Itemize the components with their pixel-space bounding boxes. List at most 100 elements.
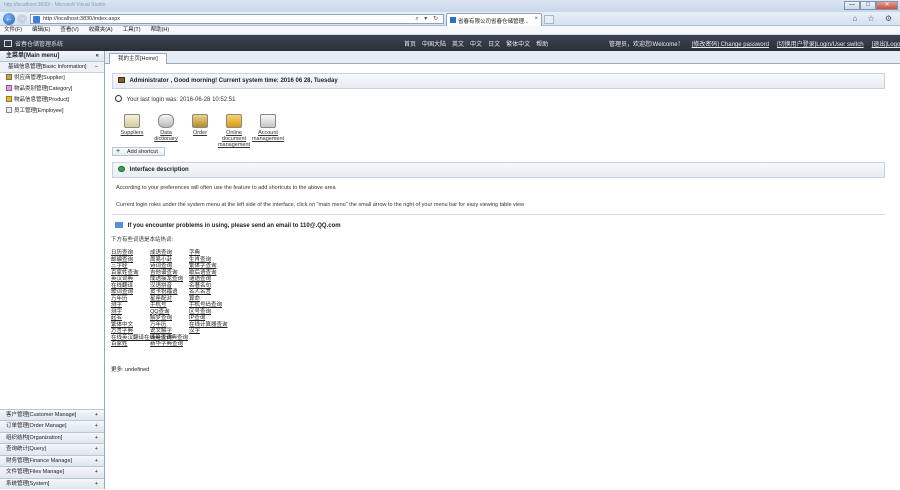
wrench-icon (115, 222, 123, 228)
window-title-ghost: http://localhost:3830/ - Microsoft Visua… (4, 2, 106, 8)
header-user-link[interactable]: [退出]Logout (872, 42, 900, 48)
description-line-1: According to your preferences will often… (116, 185, 336, 191)
sidebar-section[interactable]: 客户管理[Customer Manage] + (0, 408, 104, 421)
account-shortcut-icon[interactable] (260, 114, 276, 128)
dictionary-shortcut-icon[interactable] (158, 114, 174, 128)
supplier-shortcut-icon[interactable] (124, 114, 140, 128)
sidebar-item[interactable]: 员工管理[Employee] (0, 106, 104, 117)
sidebar-section[interactable]: 订单管理[Order Manage] + (0, 420, 104, 432)
collapse-menu-icon[interactable]: « (96, 51, 99, 62)
shortcut[interactable]: Account management (251, 114, 285, 148)
browser-menubar: 文件(F) 编辑(E) 查看(V) 收藏夹(A) 工具(T) 帮助(H) (0, 26, 900, 35)
browser-tab[interactable]: 省春有限公司省春仓储管理... × (446, 13, 542, 26)
sidebar-section[interactable]: 组织结构[Organization] + (0, 431, 104, 444)
forward-arrow-icon[interactable]: → (17, 14, 27, 24)
header-user-link[interactable]: [修改密码] Change password (692, 42, 769, 48)
shortcut[interactable]: Order (183, 114, 217, 148)
shortcut[interactable]: Data dictionary (149, 114, 183, 148)
sidebar-item[interactable]: 物品信息管理[Product] (0, 95, 104, 106)
category-icon (6, 85, 12, 91)
back-arrow-icon[interactable]: ← (3, 13, 15, 25)
interface-box: Interface description (112, 162, 885, 178)
main-menu-header[interactable]: 主菜单[Main menu] « (0, 51, 104, 62)
hot-word-link[interactable]: 百家姓 (111, 341, 150, 348)
sidebar-section-label: 客户管理[Customer Manage] (6, 411, 77, 418)
shortcut-label[interactable]: Account management (251, 130, 285, 142)
add-plus-icon: + (116, 148, 121, 155)
hot-words-grid: 日历查询 成语查询 字典 邮编查询 周易小卦 生肖查询 三字经 诗词查询 繁体字查询 百家姓查询吉… (111, 250, 229, 348)
collapse-basic-icon[interactable]: − (95, 62, 98, 73)
supplier-icon (6, 74, 12, 80)
sidebar-item[interactable]: 供应商管理[Supplier] (0, 73, 104, 84)
header-links: 首页 中国大陆 英文 中文 日文 繁体中文 帮助 (404, 39, 554, 48)
sidebar-section-label: 财务管理[Finance Manage] (6, 457, 73, 464)
header-link[interactable]: 日文 (488, 42, 500, 48)
product-icon (6, 96, 12, 102)
expand-icon[interactable]: + (95, 410, 98, 421)
shortcut-label[interactable]: Order (183, 130, 217, 136)
greeting-header: Administrator , Good morning! Current sy… (113, 74, 884, 88)
header-link[interactable]: 英文 (452, 42, 464, 48)
tab-home[interactable]: 我的主页[Home] (109, 53, 167, 64)
new-tab-button[interactable] (544, 15, 554, 24)
expand-icon[interactable]: + (95, 479, 98, 490)
menu-item[interactable]: 编辑(E) (32, 26, 50, 35)
shortcut-label[interactable]: Data dictionary (149, 130, 183, 142)
main-tab-strip: 我的主页[Home] (105, 51, 900, 64)
greeting-box: Administrator , Good morning! Current sy… (112, 73, 885, 89)
sidebar-section[interactable]: 文件管理[Files Manage] + (0, 466, 104, 478)
hot-words-tip: 下方有些词语是本站热词: (111, 237, 174, 243)
header-user-link[interactable]: [切换用户登录]Login/User switch (777, 42, 864, 48)
sidebar-section[interactable]: 财务管理[Finance Manage] + (0, 454, 104, 467)
sidebar-section-label: 系统管理[System] (6, 480, 50, 487)
menu-item[interactable]: 工具(T) (123, 26, 141, 35)
shortcut-label[interactable]: Suppliers (115, 130, 149, 136)
basic-info-title: 基础信息管理[Basic Information] (8, 64, 87, 70)
address-controls[interactable]: ⌕ ▾ ↻ (415, 15, 440, 23)
shortcut[interactable]: Suppliers (115, 114, 149, 148)
clock-icon (115, 95, 122, 102)
sidebar-section[interactable]: 查询统计[Query] + (0, 443, 104, 455)
last-login-line: Your last login was: 2016-06-28 10:52:51 (115, 95, 235, 103)
address-bar[interactable]: http://localhost:3830/index.aspx ⌕ ▾ ↻ (30, 14, 444, 24)
header-link[interactable]: 中国大陆 (422, 42, 446, 48)
close-window-icon[interactable]: ✕ (876, 1, 898, 10)
sidebar: 主菜单[Main menu] « 基础信息管理[Basic Informatio… (0, 51, 105, 489)
header-link[interactable]: 中文 (470, 42, 482, 48)
sidebar-section-label: 文件管理[Files Manage] (6, 469, 65, 475)
add-shortcut-button[interactable]: + Add shortcut (112, 147, 165, 156)
maximize-icon[interactable]: □ (860, 1, 876, 10)
sidebar-item[interactable]: 物品类别管理[Category] (0, 84, 104, 95)
shortcut-list: Suppliers Data dictionary Order Online docu… (115, 114, 285, 148)
header-link[interactable]: 首页 (404, 42, 416, 48)
header-link[interactable]: 帮助 (536, 42, 548, 48)
basic-info-header[interactable]: 基础信息管理[Basic Information] − (0, 62, 104, 73)
expand-icon[interactable]: + (95, 421, 98, 432)
shortcut-label[interactable]: Online document management (217, 130, 251, 148)
hot-word-link[interactable]: 新华字典查询 (150, 341, 189, 348)
add-shortcut-label: Add shortcut (127, 149, 158, 155)
menu-item[interactable]: 查看(V) (60, 26, 78, 35)
browser-tools[interactable]: ⌂ ☆ ⚙ (852, 14, 896, 23)
order-shortcut-icon[interactable] (192, 114, 208, 128)
shortcut[interactable]: Online document management (217, 114, 251, 148)
sidebar-section[interactable]: 系统管理[System] + (0, 477, 104, 490)
expand-icon[interactable]: + (95, 433, 98, 444)
app-header: 省春仓储管理系统 首页 中国大陆 英文 中文 日文 繁体中文 帮助 管理员，欢迎您!Welc… (0, 35, 900, 51)
expand-icon[interactable]: + (95, 467, 98, 478)
document-shortcut-icon[interactable] (226, 114, 242, 128)
address-url[interactable]: http://localhost:3830/index.aspx (43, 16, 120, 22)
contact-text: If you encounter problems in using, plea… (127, 223, 341, 229)
minimize-icon[interactable]: — (844, 1, 860, 10)
sidebar-item-label: 物品类别管理[Category] (14, 86, 73, 92)
expand-icon[interactable]: + (95, 444, 98, 455)
more-label: 更多: undefined (111, 367, 150, 373)
menu-item[interactable]: 文件(F) (4, 26, 22, 35)
tab-close-icon[interactable]: × (534, 16, 538, 22)
menu-item[interactable]: 收藏夹(A) (89, 26, 113, 35)
browser-navbar: ← → http://localhost:3830/index.aspx ⌕ ▾… (0, 12, 900, 26)
menu-item[interactable]: 帮助(H) (151, 26, 170, 35)
expand-icon[interactable]: + (95, 456, 98, 467)
header-link[interactable]: 繁体中文 (506, 42, 530, 48)
app-title: 省春仓储管理系统 (4, 39, 63, 48)
